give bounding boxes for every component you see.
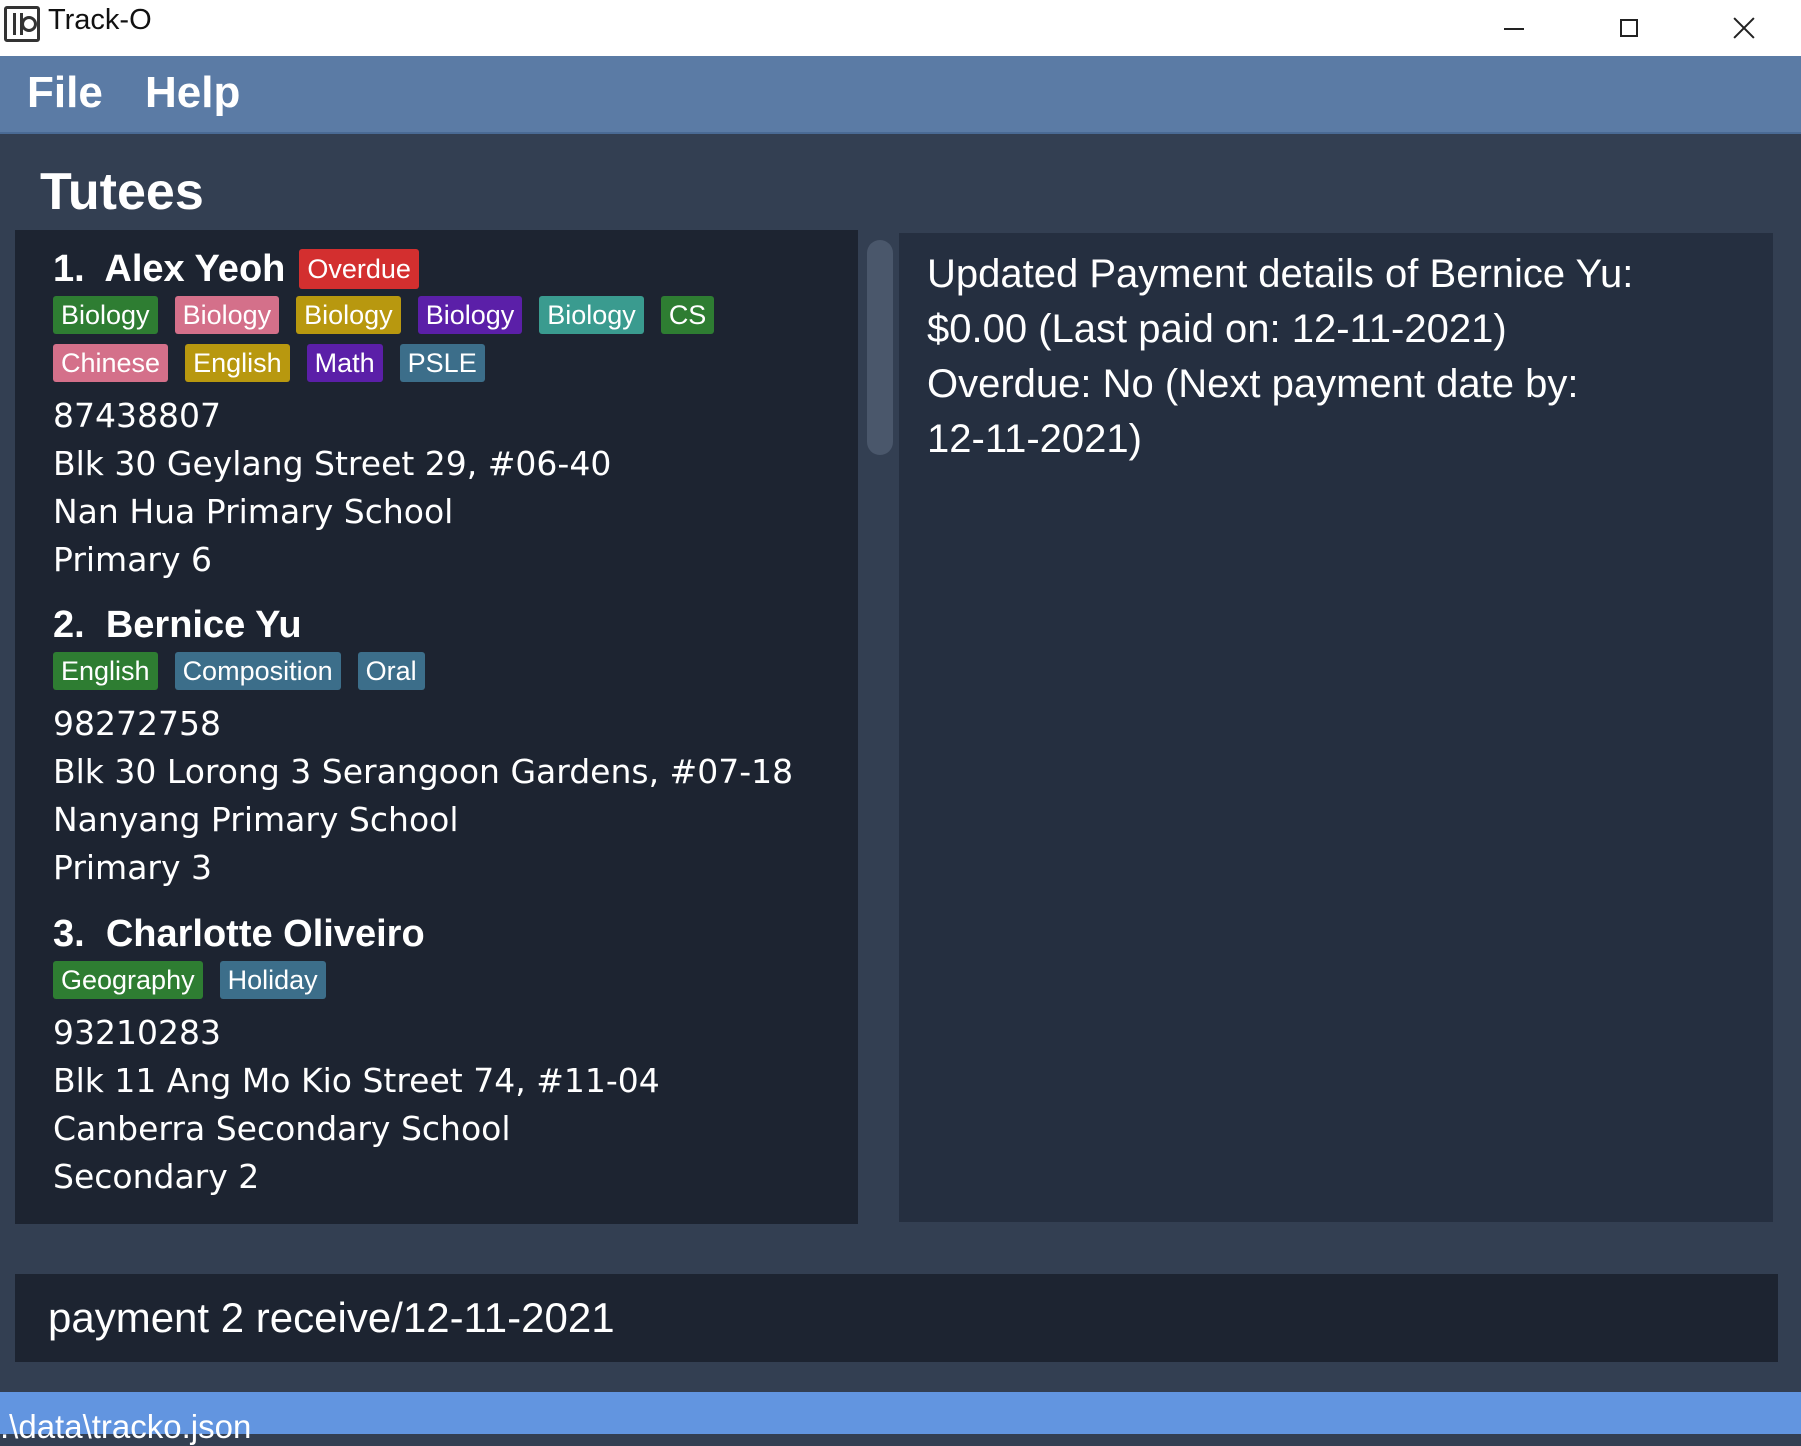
- tutee-phone: 87438807: [53, 396, 221, 435]
- minimize-button[interactable]: [1456, 0, 1571, 56]
- window-title: Track-O: [48, 4, 152, 36]
- maximize-icon: [1619, 19, 1638, 37]
- tutee-name: 3. Charlotte Oliveiro: [53, 912, 425, 955]
- save-file-path: .\data\tracko.json: [0, 1408, 252, 1445]
- title-bar: Track-O: [0, 0, 1801, 56]
- close-icon: [1732, 16, 1756, 40]
- tutee-card[interactable]: 1. Alex Yeoh Overdue Biology Biology Bio…: [53, 246, 833, 584]
- subject-tag: Biology: [296, 296, 401, 334]
- tutee-card[interactable]: 3. Charlotte Oliveiro Geography Holiday …: [53, 911, 833, 1201]
- tutee-level: Primary 3: [53, 848, 213, 887]
- tutee-name: 1. Alex Yeoh: [53, 247, 286, 290]
- tutee-name: 2. Bernice Yu: [53, 603, 302, 646]
- subject-tag: Composition: [174, 652, 341, 690]
- subject-tag: PSLE: [399, 344, 485, 382]
- command-input[interactable]: [15, 1274, 1778, 1362]
- tutee-address: Blk 30 Geylang Street 29, #06-40: [53, 444, 612, 483]
- subject-tag: Geography: [53, 961, 203, 999]
- tutee-level: Primary 6: [53, 540, 213, 579]
- subject-tag: Biology: [417, 296, 523, 334]
- tutee-list[interactable]: 1. Alex Yeoh Overdue Biology Biology Bio…: [15, 230, 858, 1224]
- tag-list: Geography Holiday: [53, 961, 813, 1009]
- tutee-school: Canberra Secondary School: [53, 1109, 511, 1148]
- subject-tag: Biology: [174, 296, 280, 334]
- result-display: Updated Payment details of Bernice Yu: $…: [899, 233, 1773, 1222]
- contact-book-icon: [4, 6, 40, 42]
- subject-tag: English: [53, 652, 158, 690]
- subject-tag: CS: [660, 296, 715, 334]
- menu-help[interactable]: Help: [145, 68, 240, 118]
- subject-tag: Biology: [539, 296, 644, 334]
- tutee-school: Nan Hua Primary School: [53, 492, 454, 531]
- subject-tag: Holiday: [219, 961, 326, 999]
- tutee-phone: 93210283: [53, 1013, 221, 1052]
- overdue-badge: Overdue: [299, 249, 419, 289]
- subject-tag: Chinese: [53, 344, 169, 382]
- maximize-button[interactable]: [1571, 0, 1686, 56]
- tag-list: English Composition Oral: [53, 652, 813, 700]
- tutee-address: Blk 30 Lorong 3 Serangoon Gardens, #07-1…: [53, 752, 794, 791]
- menu-bar: File Help: [0, 56, 1801, 134]
- subject-tag: Math: [306, 344, 383, 382]
- tag-list: Biology Biology Biology Biology Biology …: [53, 296, 813, 392]
- subject-tag: English: [185, 344, 290, 382]
- result-message: Updated Payment details of Bernice Yu: $…: [927, 252, 1634, 461]
- tutee-card[interactable]: 2. Bernice Yu English Composition Oral 9…: [53, 602, 833, 892]
- minimize-icon: [1503, 28, 1524, 30]
- subject-tag: Oral: [357, 652, 425, 690]
- tutee-address: Blk 11 Ang Mo Kio Street 74, #11-04: [53, 1061, 660, 1100]
- menu-file[interactable]: File: [27, 68, 103, 118]
- tutee-school: Nanyang Primary School: [53, 800, 459, 839]
- tutee-level: Secondary 2: [53, 1157, 260, 1196]
- subject-tag: Biology: [53, 296, 158, 334]
- close-button[interactable]: [1686, 0, 1801, 56]
- scrollbar-thumb[interactable]: [867, 240, 893, 455]
- status-bar: .\data\tracko.json: [0, 1392, 1801, 1445]
- tutees-heading: Tutees: [40, 163, 204, 221]
- tutee-phone: 98272758: [53, 704, 221, 743]
